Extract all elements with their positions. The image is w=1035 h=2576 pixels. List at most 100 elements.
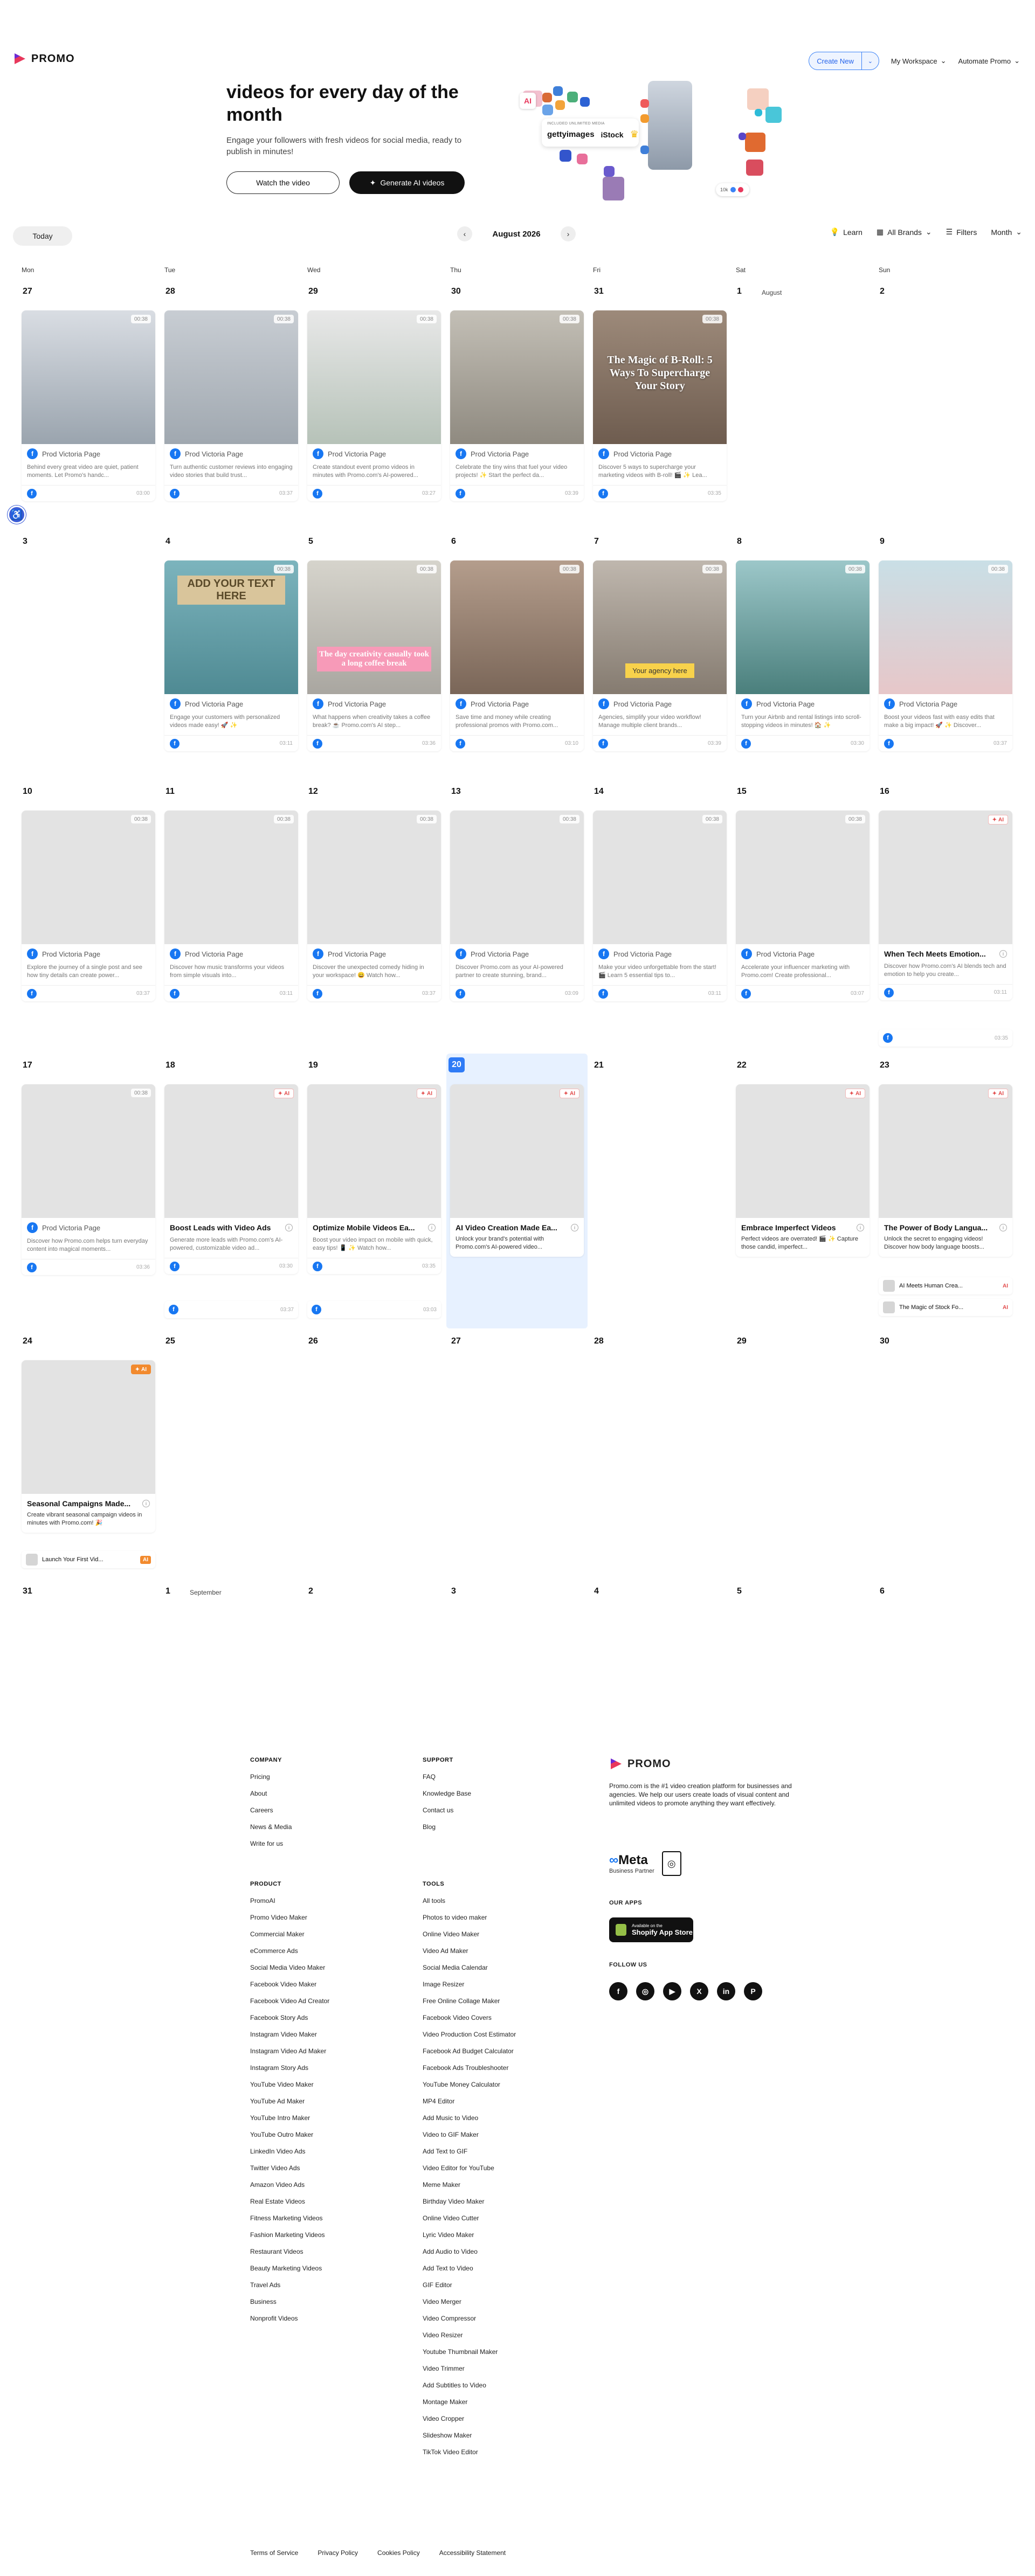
post-card[interactable]: 00:38 f Prod Victoria Page Discover Promo… [450, 811, 584, 1001]
post-thumbnail[interactable]: ✦ AI [879, 1084, 1012, 1218]
day-number[interactable]: 14 [594, 787, 604, 797]
chevron-down-icon[interactable]: ⌄ [861, 52, 879, 70]
footer-link[interactable]: Online Video Maker [423, 1930, 516, 1947]
facebook-icon[interactable]: f [609, 1982, 627, 2000]
day-number[interactable]: 11 [165, 787, 175, 797]
info-icon[interactable]: i [428, 1224, 436, 1231]
prev-month-button[interactable]: ‹ [457, 226, 472, 241]
day-number[interactable]: 29 [737, 1337, 747, 1346]
footer-link[interactable]: Fashion Marketing Videos [250, 2231, 329, 2248]
day-number[interactable]: 12 [308, 787, 318, 797]
footer-link[interactable]: TikTok Video Editor [423, 2448, 516, 2465]
day-number[interactable]: 30 [451, 287, 461, 296]
post-thumbnail[interactable]: 00:38 Your agency here [593, 560, 727, 694]
footer-link[interactable]: YouTube Video Maker [250, 2081, 329, 2097]
day-number[interactable]: 28 [594, 1337, 604, 1346]
day-number[interactable]: 10 [23, 787, 32, 797]
day-number[interactable]: 8 [737, 537, 742, 546]
footer-link[interactable]: LinkedIn Video Ads [250, 2148, 329, 2164]
ai-post-card[interactable]: ✦ AI The Power of Body Langua... i Unlock … [879, 1084, 1012, 1257]
footer-link[interactable]: YouTube Ad Maker [250, 2097, 329, 2114]
day-number[interactable]: 7 [594, 537, 599, 546]
accessibility-icon[interactable]: ♿ [8, 505, 26, 524]
post-thumbnail[interactable]: 00:38 The Magic of B-Roll: 5 Ways To Supe… [593, 310, 727, 444]
footer-link[interactable]: Careers [250, 1806, 292, 1823]
day-number[interactable]: 1 [165, 1587, 170, 1596]
post-card[interactable]: 00:38 The day creativity casually took a … [307, 560, 441, 751]
post-card[interactable]: 00:38 f Prod Victoria Page Turn authentic… [164, 310, 298, 501]
footer-link[interactable]: Video Production Cost Estimator [423, 2031, 516, 2047]
footer-link[interactable]: Pricing [250, 1773, 292, 1790]
footer-link[interactable]: YouTube Money Calculator [423, 2081, 516, 2097]
footer-link[interactable]: Facebook Ad Budget Calculator [423, 2047, 516, 2064]
footer-link[interactable]: All tools [423, 1897, 516, 1914]
day-number[interactable]: 31 [23, 1587, 32, 1596]
footer-link[interactable]: Real Estate Videos [250, 2198, 329, 2214]
post-card[interactable]: 00:38 f Prod Victoria Page Discover how P… [22, 1084, 155, 1275]
day-number[interactable]: 18 [165, 1061, 175, 1070]
pinterest-icon[interactable]: P [744, 1982, 762, 2000]
post-thumbnail[interactable]: 00:38 [22, 1084, 155, 1218]
footer-link[interactable]: Facebook Video Ad Creator [250, 1997, 329, 2014]
legal-link[interactable]: Cookies Policy [377, 2549, 420, 2557]
day-number[interactable]: 27 [451, 1337, 461, 1346]
footer-link[interactable]: Social Media Video Maker [250, 1964, 329, 1981]
post-card[interactable]: 00:38 f Prod Victoria Page Explore the jo… [22, 811, 155, 1001]
day-number[interactable]: 3 [23, 537, 27, 546]
footer-link[interactable]: Add Text to Video [423, 2265, 516, 2281]
ai-post-card[interactable]: ✦ AI AI Video Creation Made Ea... i Unlock… [450, 1084, 584, 1257]
day-number[interactable]: 26 [308, 1337, 318, 1346]
ai-post-card[interactable]: ✦ AI Embrace Imperfect Videos i Perfect vi… [736, 1084, 870, 1257]
ai-post-card[interactable]: ✦ AI When Tech Meets Emotion... i Discover… [879, 811, 1012, 1000]
footer-link[interactable]: eCommerce Ads [250, 1947, 329, 1964]
youtube-icon[interactable]: ▶ [663, 1982, 681, 2000]
info-icon[interactable]: i [142, 1500, 150, 1507]
post-thumbnail[interactable]: 00:38 [307, 811, 441, 944]
learn-button[interactable]: 💡 Learn [830, 227, 862, 237]
today-button[interactable]: Today [13, 226, 72, 246]
footer-link[interactable]: Add Subtitles to Video [423, 2381, 516, 2398]
post-thumbnail[interactable]: 00:38 ADD YOUR TEXT HERE [164, 560, 298, 694]
post-thumbnail[interactable]: ✦ AI [736, 1084, 870, 1218]
footer-link[interactable]: Add Music to Video [423, 2114, 516, 2131]
footer-link[interactable]: Image Resizer [423, 1981, 516, 1997]
post-thumbnail[interactable]: 00:38 [164, 310, 298, 444]
day-number[interactable]: 2 [308, 1587, 313, 1596]
footer-link[interactable]: Video Editor for YouTube [423, 2164, 516, 2181]
day-number[interactable]: 28 [165, 287, 175, 296]
day-number[interactable]: 24 [23, 1337, 32, 1346]
footer-logo[interactable]: PROMO [609, 1757, 814, 1771]
footer-link[interactable]: Amazon Video Ads [250, 2181, 329, 2198]
shopify-app-store-button[interactable]: Available on the Shopify App Store [609, 1917, 693, 1942]
footer-link[interactable]: Video Trimmer [423, 2365, 516, 2381]
brands-select[interactable]: ▦ All Brands ⌄ [877, 227, 932, 237]
footer-link[interactable]: MP4 Editor [423, 2097, 516, 2114]
footer-link[interactable]: Free Online Collage Maker [423, 1997, 516, 2014]
footer-link[interactable]: Facebook Video Covers [423, 2014, 516, 2031]
ai-draft-row[interactable]: AI Meets Human Crea... AI [879, 1277, 1012, 1294]
post-thumbnail[interactable]: 00:38 [307, 310, 441, 444]
ai-draft-row[interactable]: The Magic of Stock Fo... AI [879, 1299, 1012, 1316]
footer-link[interactable]: Twitter Video Ads [250, 2164, 329, 2181]
info-icon[interactable]: i [999, 950, 1007, 958]
footer-link[interactable]: Video Ad Maker [423, 1947, 516, 1964]
day-number[interactable]: 2 [880, 287, 885, 296]
post-thumbnail[interactable]: ✦ AI [450, 1084, 584, 1218]
footer-link[interactable]: Youtube Thumbnail Maker [423, 2348, 516, 2365]
post-card[interactable]: 00:38 Your agency here f Prod Victoria Pag… [593, 560, 727, 751]
day-number[interactable]: 27 [23, 287, 32, 296]
footer-link[interactable]: Slideshow Maker [423, 2432, 516, 2448]
footer-link[interactable]: Instagram Video Ad Maker [250, 2047, 329, 2064]
footer-link[interactable]: Facebook Story Ads [250, 2014, 329, 2031]
footer-link[interactable]: Nonprofit Videos [250, 2315, 329, 2331]
day-number[interactable]: 16 [880, 787, 889, 797]
day-number[interactable]: 22 [737, 1061, 747, 1070]
post-card[interactable]: 00:38 f Prod Victoria Page Celebrate the … [450, 310, 584, 501]
day-number[interactable]: 6 [880, 1587, 885, 1596]
footer-link[interactable]: Video to GIF Maker [423, 2131, 516, 2148]
post-card[interactable]: 00:38 f Prod Victoria Page Discover how m… [164, 811, 298, 1001]
post-thumbnail[interactable]: ✦ AI [22, 1360, 155, 1494]
footer-link[interactable]: Blog [423, 1823, 471, 1840]
footer-link[interactable]: Birthday Video Maker [423, 2198, 516, 2214]
post-card[interactable]: 00:38 f Prod Victoria Page Behind every g… [22, 310, 155, 501]
